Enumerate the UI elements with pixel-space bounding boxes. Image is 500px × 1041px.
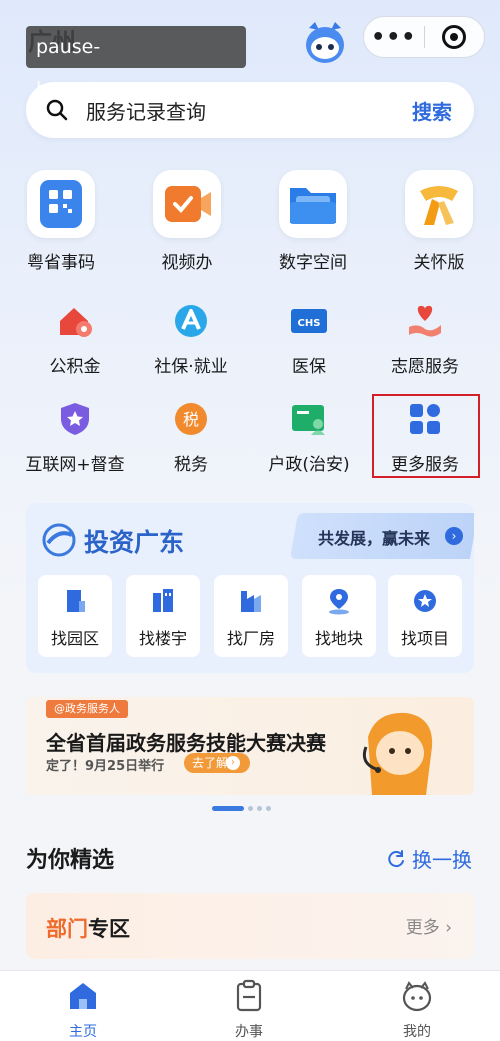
service-label: 粤省事码	[27, 253, 95, 273]
service-label: 公积金	[49, 357, 101, 377]
refresh-button[interactable]: 换一换	[386, 844, 472, 873]
service-housing-fund[interactable]: 公积金	[20, 302, 130, 377]
mascot-character-icon	[362, 712, 433, 795]
house-fund-icon	[56, 302, 94, 340]
search-input[interactable]: 服务记录查询	[86, 96, 412, 125]
service-household[interactable]: 户政(治安)	[254, 400, 364, 475]
banner-learn-more-button[interactable]: 去了解	[184, 753, 251, 773]
invest-item-park[interactable]: 找园区	[38, 575, 112, 657]
invest-item-label: 找项目	[400, 629, 449, 648]
scarf-icon	[405, 170, 473, 238]
tab-profile[interactable]: 我的	[372, 979, 462, 1041]
close-ring-icon	[442, 25, 467, 49]
invest-title: 投资广东	[84, 528, 185, 557]
mini-program-capsule: •••	[363, 16, 485, 58]
dept-title-rest: 专区	[88, 917, 130, 941]
invest-logo-icon	[42, 523, 76, 557]
banner-title: 全省首届政务服务技能大赛决赛	[46, 731, 326, 755]
tab-label: 办事	[235, 1024, 263, 1040]
park-icon	[67, 590, 85, 612]
service-label: 户政(治安)	[268, 455, 350, 475]
refresh-icon	[388, 849, 404, 867]
social-security-icon	[172, 302, 210, 340]
carousel-dot	[248, 806, 253, 811]
invest-item-label: 找地块	[314, 629, 363, 648]
service-label: 税务	[174, 455, 208, 475]
clipboard-icon	[236, 979, 262, 1012]
invest-item-project[interactable]: 找项目	[388, 575, 462, 657]
carousel-dot	[257, 806, 262, 811]
id-card-icon	[290, 400, 328, 438]
tax-icon: 税	[172, 400, 210, 438]
contest-banner[interactable]: @政务服务人 全省首届政务服务技能大赛决赛 定了！9月25日举行 去了解 ›	[26, 697, 474, 795]
tab-services[interactable]: 办事	[204, 979, 294, 1041]
service-label: 医保	[292, 357, 326, 377]
service-label: 关怀版	[413, 253, 465, 273]
carousel-dot	[266, 806, 271, 811]
dept-title-highlight: 部门	[46, 917, 88, 941]
service-care-version[interactable]: 关怀版	[384, 170, 494, 273]
service-label: 互联网+督查	[25, 455, 125, 475]
arrow-right-icon: ›	[226, 756, 240, 770]
invest-item-factory[interactable]: 找厂房	[214, 575, 288, 657]
tab-home[interactable]: 主页	[38, 979, 128, 1041]
service-label: 社保·就业	[154, 357, 228, 377]
profile-icon	[402, 981, 432, 1012]
bottom-tab-bar: 主页 办事 我的	[0, 970, 500, 1041]
qr-code-icon	[27, 170, 95, 238]
department-zone-card[interactable]: 部门专区 更多 ›	[26, 893, 474, 959]
location-pin-icon	[329, 589, 349, 615]
service-video[interactable]: 视频办	[132, 170, 242, 273]
tab-label: 我的	[403, 1024, 431, 1040]
mascot-icon[interactable]	[301, 18, 349, 66]
project-icon	[414, 590, 436, 612]
dept-more-link[interactable]: 更多 ›	[406, 913, 452, 938]
banner-tag: @政务服务人	[46, 700, 128, 718]
service-medical-insurance[interactable]: CHS 医保	[254, 302, 364, 377]
invest-item-building[interactable]: 找楼宇	[126, 575, 200, 657]
search-icon	[46, 99, 68, 121]
service-volunteer[interactable]: 志愿服务	[370, 302, 480, 377]
svg-text:CHS: CHS	[298, 318, 321, 329]
banner-subtitle: 定了！9月25日举行	[46, 759, 165, 774]
search-bar[interactable]: 服务记录查询 搜索	[26, 82, 474, 138]
refresh-label: 换一换	[412, 848, 472, 872]
medical-insurance-icon: CHS	[290, 302, 328, 340]
more-options-button[interactable]: •••	[364, 25, 424, 50]
factory-icon	[241, 591, 261, 612]
invest-slogan[interactable]: 共发展，赢未来	[318, 525, 430, 549]
highlight-box	[372, 394, 480, 478]
volunteer-heart-icon	[406, 302, 444, 340]
service-digital-space[interactable]: 数字空间	[258, 170, 368, 273]
watermark: pause-bsports.com.cn	[26, 26, 246, 100]
dept-title: 部门专区	[46, 913, 130, 943]
carousel-dot-active	[212, 806, 244, 811]
service-yue-code[interactable]: 粤省事码	[6, 170, 116, 273]
service-label: 视频办	[161, 253, 213, 273]
arrow-right-icon[interactable]: ›	[445, 527, 463, 545]
invest-item-label: 找园区	[50, 629, 99, 648]
carousel-indicator	[212, 806, 271, 811]
tab-label: 主页	[69, 1024, 97, 1040]
video-icon	[153, 170, 221, 238]
service-label: 志愿服务	[391, 357, 459, 377]
home-icon	[70, 983, 96, 1009]
folder-icon	[279, 170, 347, 238]
service-tax[interactable]: 税 税务	[136, 400, 246, 475]
section-title: 为你精选	[26, 848, 115, 873]
star-shield-icon	[56, 400, 94, 438]
building-icon	[153, 589, 173, 612]
search-button[interactable]: 搜索	[412, 96, 452, 125]
invest-item-land[interactable]: 找地块	[302, 575, 376, 657]
invest-item-label: 找厂房	[226, 629, 275, 648]
svg-text:税: 税	[183, 410, 199, 429]
service-supervision[interactable]: 互联网+督查	[20, 400, 130, 475]
close-button[interactable]	[424, 25, 484, 49]
service-social-security[interactable]: 社保·就业	[136, 302, 246, 377]
invest-item-label: 找楼宇	[138, 629, 187, 648]
invest-guangdong-card[interactable]: 投资广东 共发展，赢未来 › 找园区 找楼宇 找厂房 找地块 找项目	[26, 503, 474, 673]
service-label: 数字空间	[279, 253, 347, 273]
